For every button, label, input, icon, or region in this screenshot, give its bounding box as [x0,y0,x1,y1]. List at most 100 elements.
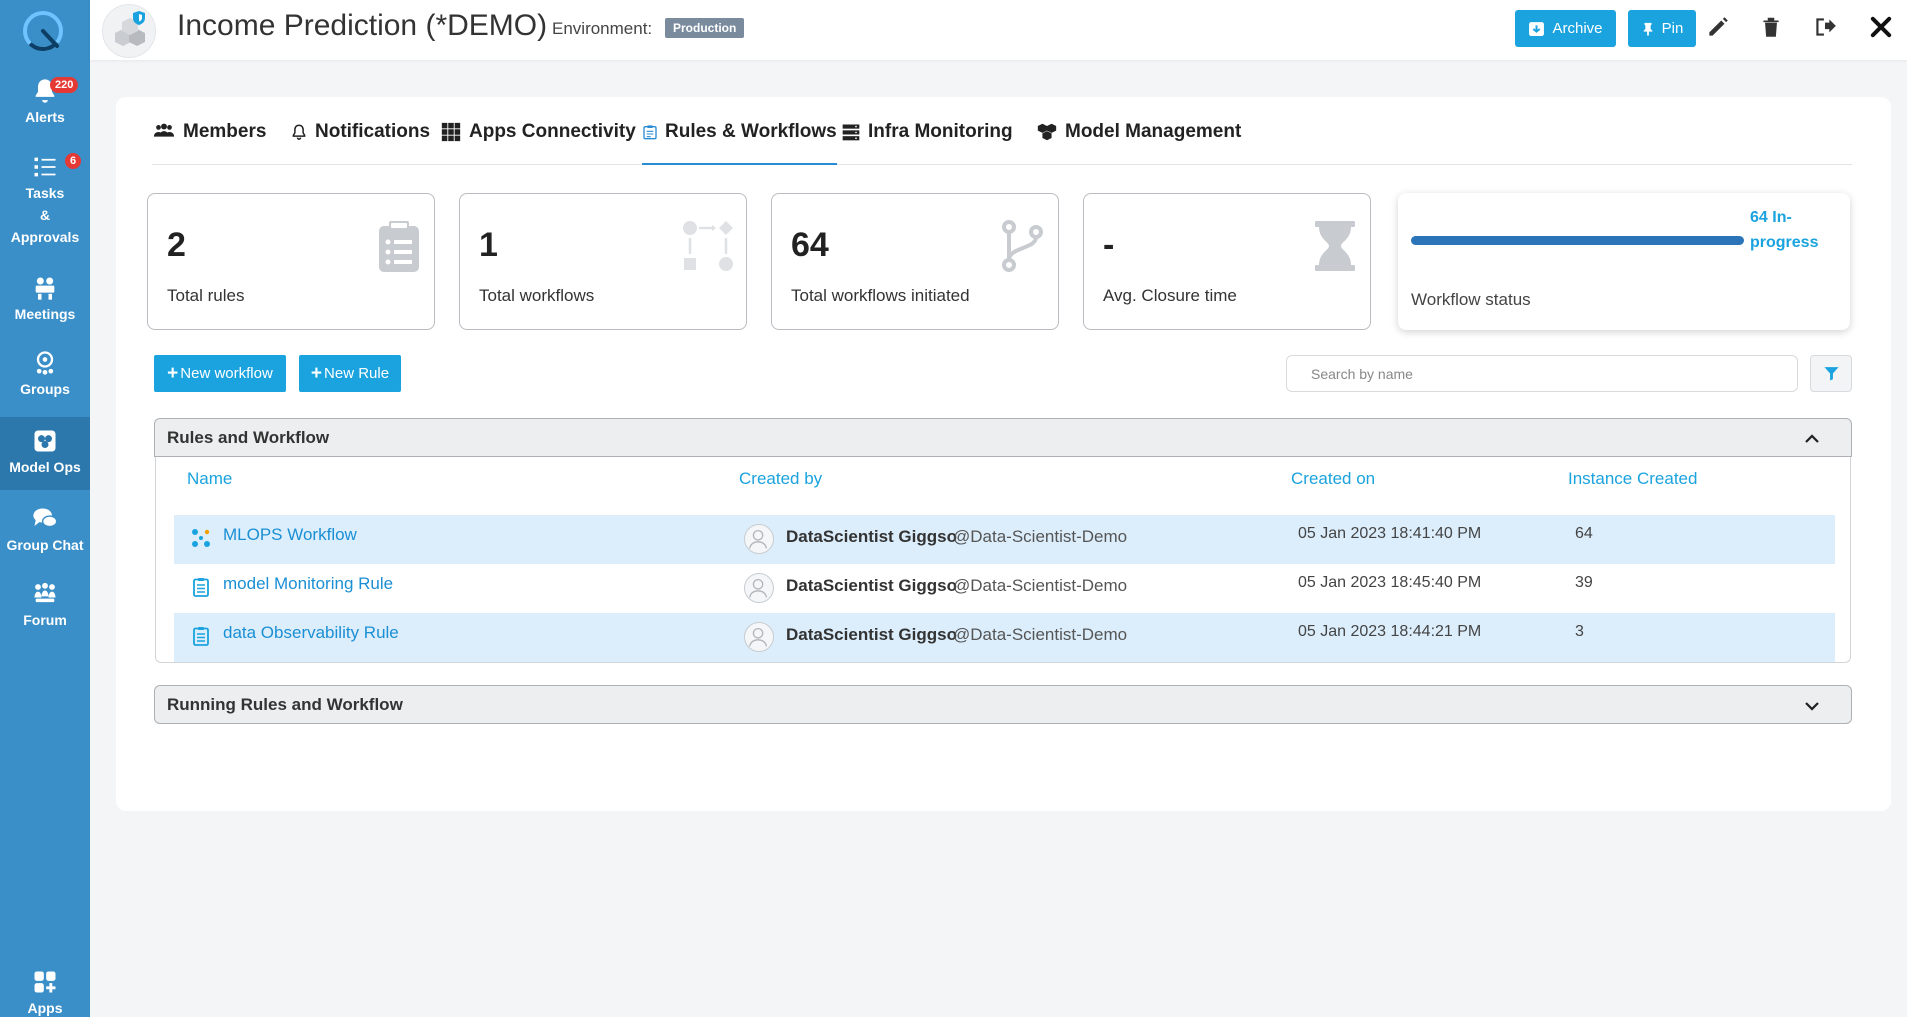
sidebar-item-label: Forum [23,612,67,628]
clipboard-list-icon [379,221,419,272]
checklist-icon [34,157,56,177]
main-card: Members Notifications Apps Connectivity … [116,97,1891,811]
archive-button[interactable]: Archive [1515,10,1616,47]
row-created-on: 05 Jan 2023 18:44:21 PM [1298,623,1482,640]
column-header-instance-created[interactable]: Instance Created [1568,469,1697,489]
archive-label: Archive [1552,20,1603,37]
tab-members[interactable]: Members [152,121,266,165]
rule-icon [193,627,209,646]
workflow-icon [192,529,210,547]
pin-label: Pin [1661,20,1684,37]
running-rules-accordion-header[interactable]: Running Rules and Workflow [154,685,1852,724]
branch-icon [1002,220,1043,272]
close-icon[interactable] [1867,13,1895,41]
row-created-by: DataScientist Giggso [786,527,957,546]
environment-label: Environment: [552,19,653,38]
server-icon [842,124,860,141]
rule-icon [193,578,209,597]
alerts-count-badge: 220 [50,77,79,93]
tab-label: Apps Connectivity [469,121,636,142]
search-input[interactable] [1286,355,1798,392]
user-silhouette-icon [749,627,768,647]
tab-label: Infra Monitoring [868,121,1013,142]
apps-icon [34,971,56,993]
row-created-by: DataScientist Giggso [786,576,957,595]
column-header-created-by[interactable]: Created by [739,469,822,489]
sidebar-item-alerts[interactable]: Alerts 220 [0,77,90,133]
chat-icon [33,508,58,528]
top-header: Income Prediction (*DEMO) Environment: P… [90,0,1907,60]
tab-notifications[interactable]: Notifications [290,121,430,165]
forum-icon [34,582,56,603]
stat-value: 1 [479,226,498,264]
tab-rules-workflows[interactable]: Rules & Workflows [642,121,837,165]
tab-apps-connectivity[interactable]: Apps Connectivity [440,121,636,165]
sidebar-item-label-line3: Approvals [10,229,80,245]
table-row[interactable]: data Observability Rule DataScientist Gi… [174,613,1835,662]
stat-label: Total workflows [479,286,595,305]
new-rule-button[interactable]: + New Rule [299,355,401,392]
page-title: Income Prediction (*DEMO) [177,9,548,42]
tab-label: Notifications [315,121,431,142]
project-avatar [102,4,156,58]
in-progress-bar [1411,236,1744,245]
filter-button[interactable] [1810,355,1852,392]
chevron-up-icon [1805,434,1819,443]
plus-icon: + [310,362,323,384]
sidebar-item-label: Apps [27,1000,63,1016]
row-instance-count: 3 [1575,623,1584,640]
pin-button[interactable]: Pin [1628,10,1696,47]
stat-avg-closure-time: - Avg. Closure time [1083,193,1371,330]
accordion-title: Rules and Workflow [167,428,330,447]
column-header-created-on[interactable]: Created on [1291,469,1375,489]
stat-label: Total rules [167,286,245,305]
new-rule-label: New Rule [324,365,390,382]
stat-value: - [1103,226,1115,264]
row-instance-count: 39 [1575,574,1593,591]
sidebar-item-meetings[interactable]: Meetings [0,274,90,330]
cubes-icon [1037,123,1057,141]
exit-share-icon[interactable] [1812,14,1838,40]
rules-workflow-accordion-header[interactable]: Rules and Workflow [154,418,1852,457]
groups-icon [36,351,54,375]
table-row[interactable]: model Monitoring Rule DataScientist Gigg… [174,564,1835,613]
delete-trash-icon[interactable] [1758,14,1784,40]
row-user-handle: @Data-Scientist-Demo [953,527,1128,546]
members-icon [153,123,175,137]
filter-icon [1823,367,1839,381]
tab-infra-monitoring[interactable]: Infra Monitoring [841,121,1013,165]
table-row[interactable]: MLOPS Workflow DataScientist Giggso @Dat… [174,515,1835,564]
tab-label: Members [183,121,267,142]
sidebar-item-tasks-approvals[interactable]: Tasks & Approvals 6 [0,153,90,249]
new-workflow-button[interactable]: + New workflow [154,355,286,392]
cubes-avatar-icon [115,11,145,46]
app-logo-icon[interactable] [20,8,66,54]
column-header-name[interactable]: Name [187,469,232,489]
row-created-by: DataScientist Giggso [786,625,957,644]
row-name-link[interactable]: data Observability Rule [223,623,399,643]
tab-label: Model Management [1065,121,1242,142]
row-name-link[interactable]: model Monitoring Rule [223,574,393,594]
user-silhouette-icon [749,529,768,549]
edit-pencil-icon[interactable] [1705,14,1731,40]
sidebar-item-group-chat[interactable]: Group Chat [0,505,90,561]
row-instance-count: 64 [1575,525,1593,542]
sidebar-item-label: Model Ops [9,459,81,475]
clipboard-icon [643,125,657,140]
plus-icon: + [167,362,179,384]
sidebar-item-forum[interactable]: Forum [0,580,90,636]
workflow-status-card: 64 In-progress Workflow status [1398,193,1850,330]
row-created-on: 05 Jan 2023 18:45:40 PM [1298,574,1482,591]
tab-model-management[interactable]: Model Management [1036,121,1241,165]
sidebar-item-groups[interactable]: Groups [0,349,90,405]
meeting-icon [35,277,55,300]
sidebar-item-label: Meetings [14,306,76,322]
sidebar: Alerts 220 Tasks & Approvals 6 Meetings … [0,0,90,1017]
row-name-link[interactable]: MLOPS Workflow [223,525,357,545]
new-workflow-label: New workflow [180,365,273,382]
sidebar-item-apps[interactable]: Apps [0,968,90,1017]
in-progress-count[interactable]: 64 In-progress [1750,205,1842,255]
sidebar-item-model-ops[interactable]: Model Ops [0,417,90,490]
row-user-handle: @Data-Scientist-Demo [953,576,1128,595]
sidebar-item-label: Groups [20,381,70,397]
